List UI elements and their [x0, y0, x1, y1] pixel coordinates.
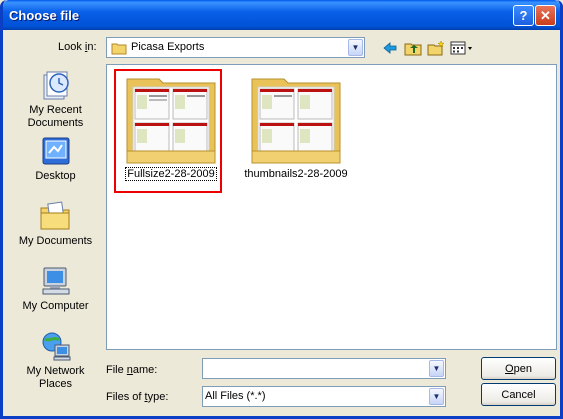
selection-highlight	[114, 69, 222, 193]
network-places-icon	[39, 329, 73, 363]
help-button[interactable]: ?	[513, 5, 534, 26]
choose-file-dialog: Choose file ? ✕ Look in: Picasa Exports …	[0, 0, 563, 419]
my-documents-icon	[39, 199, 73, 233]
place-recent-documents[interactable]: My Recent Documents	[12, 68, 99, 130]
window-title: Choose file	[9, 8, 80, 23]
up-one-level-button[interactable]	[403, 38, 423, 58]
create-new-folder-button[interactable]	[426, 38, 446, 58]
folder-item[interactable]: thumbnails2-28-2009	[244, 73, 348, 180]
place-my-computer[interactable]: My Computer	[12, 264, 99, 313]
open-button[interactable]: Open	[481, 357, 556, 380]
file-name-label: File name:	[106, 364, 158, 376]
look-in-label: Look in:	[58, 41, 97, 53]
places-bar: My Recent Documents Desktop My Documents…	[12, 64, 99, 391]
close-button[interactable]: ✕	[535, 5, 556, 26]
folder-thumbnail-icon	[250, 73, 342, 165]
back-button[interactable]	[380, 38, 400, 58]
title-bar[interactable]: Choose file ? ✕	[3, 0, 560, 30]
look-in-dropdown[interactable]: Picasa Exports ▼	[106, 37, 365, 58]
my-computer-icon	[39, 264, 73, 298]
chevron-down-icon[interactable]: ▼	[429, 360, 444, 377]
cancel-button[interactable]: Cancel	[481, 383, 556, 406]
up-folder-icon	[404, 43, 422, 56]
views-menu-icon	[450, 41, 472, 55]
back-arrow-icon	[383, 42, 397, 54]
chevron-down-icon[interactable]: ▼	[348, 39, 363, 56]
look-in-value: Picasa Exports	[131, 41, 205, 53]
desktop-icon	[39, 134, 73, 168]
close-icon: ✕	[540, 7, 551, 23]
files-of-type-dropdown[interactable]: All Files (*.*) ▼	[202, 386, 446, 407]
file-name-input[interactable]: ▼	[202, 358, 446, 379]
folder-icon	[111, 41, 127, 58]
recent-documents-icon	[39, 68, 73, 102]
place-network-places[interactable]: My Network Places	[12, 329, 99, 391]
chevron-down-icon[interactable]: ▼	[429, 388, 444, 405]
place-desktop[interactable]: Desktop	[12, 134, 99, 183]
folder-name: thumbnails2-28-2009	[244, 168, 348, 180]
new-folder-icon	[427, 40, 445, 56]
help-icon: ?	[519, 8, 528, 23]
place-my-documents[interactable]: My Documents	[12, 199, 99, 248]
files-of-type-label: Files of type:	[106, 391, 169, 403]
views-menu-button[interactable]	[449, 38, 475, 58]
